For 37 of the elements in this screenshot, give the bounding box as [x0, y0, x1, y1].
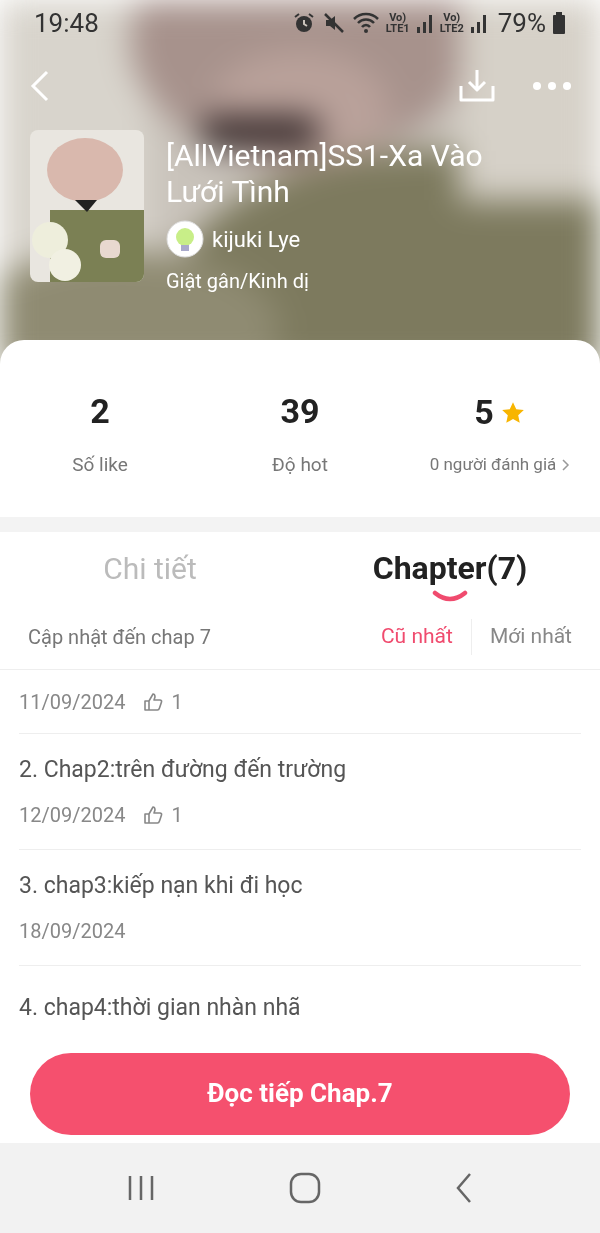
stat-label: Độ hot — [272, 451, 328, 478]
continue-reading-button[interactable]: Đọc tiếp Chap.7 — [30, 1052, 570, 1135]
chevron-icon — [562, 459, 571, 471]
clock: 19:48 — [34, 6, 99, 40]
thumbs-up-icon — [143, 691, 164, 712]
update-summary: Cập nhật đến chap 7 — [28, 623, 211, 651]
signal-icon — [469, 12, 488, 34]
stat-label[interactable]: 0 người đánh giá — [429, 452, 557, 478]
tab-indicator — [432, 590, 468, 602]
chapter-date: 18/09/2024 — [19, 917, 126, 945]
stat-value: 2 — [90, 389, 110, 433]
book-title: [AllVietnam]SS1-Xa Vào Lưới Tình — [166, 138, 484, 210]
genre-label: Giật gân/Kinh dị — [166, 268, 310, 295]
chapter-title[interactable]: 3. chap3:kiếp nạn khi đi học — [19, 869, 581, 904]
sort-option[interactable]: Mới nhất — [489, 620, 572, 653]
sim-label: Vo) LTE2 — [439, 12, 464, 34]
stat-value: 5 — [474, 391, 494, 435]
mute-icon — [321, 11, 346, 35]
avatar-icon — [166, 220, 204, 258]
chapter-title[interactable]: 4. chap4:thời gian nhàn nhã — [19, 991, 581, 1026]
wifi-icon — [351, 11, 380, 35]
chapter-date: 11/09/2024 — [19, 688, 126, 716]
stat-value: 39 — [280, 389, 320, 433]
battery-percent: 79% — [497, 6, 546, 40]
sort-option[interactable]: Cũ nhất — [380, 620, 453, 653]
thumbs-up-icon — [143, 804, 164, 825]
chapter-date: 12/09/2024 — [19, 801, 126, 829]
battery-icon — [552, 11, 566, 35]
author-name[interactable]: kijuki Lye — [212, 222, 301, 256]
chapter-title[interactable]: 2. Chap2:trên đường đến trường — [19, 753, 581, 788]
tab[interactable]: Chapter(7) — [372, 544, 528, 592]
like-count: 1 — [171, 688, 183, 716]
like-count: 1 — [171, 801, 183, 829]
home-icon[interactable] — [289, 1172, 321, 1204]
sim-label: Vo) LTE1 — [385, 12, 410, 34]
signal-icon — [415, 12, 434, 34]
stat-label: Số like — [72, 451, 128, 478]
